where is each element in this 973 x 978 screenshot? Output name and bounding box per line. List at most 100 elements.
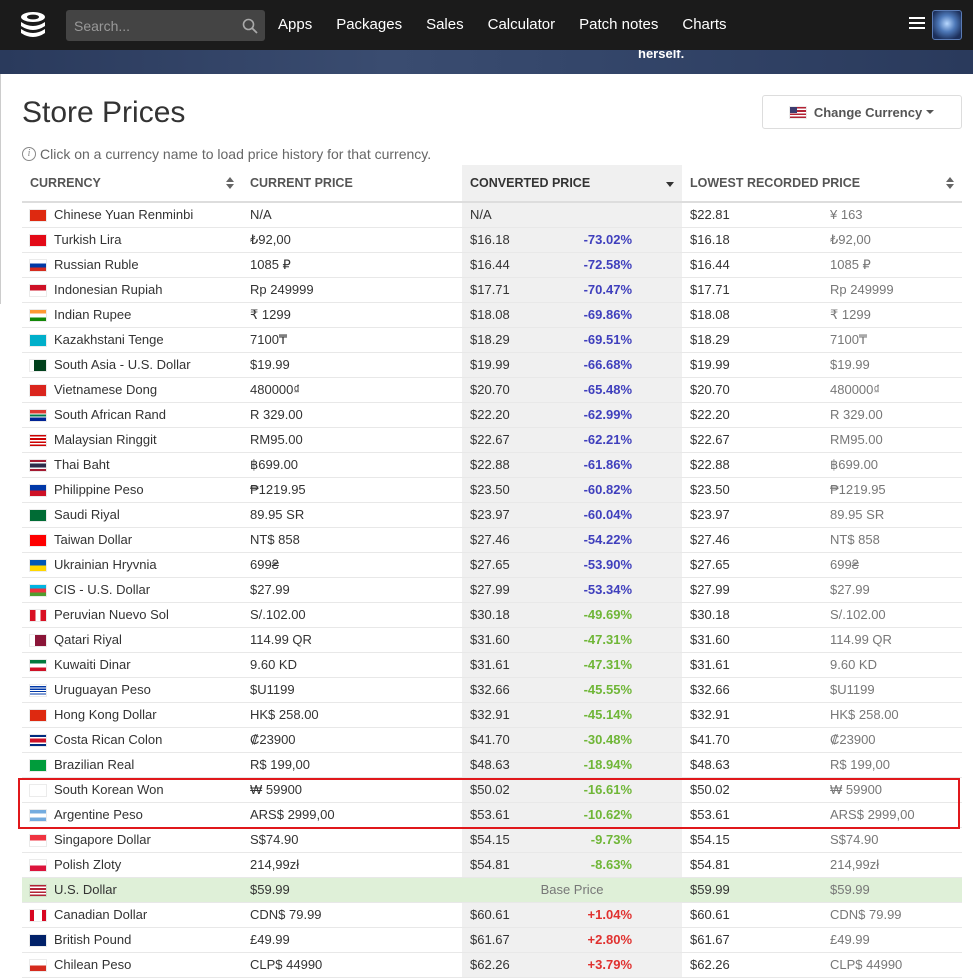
currency-name-link[interactable]: Costa Rican Colon: [54, 732, 162, 747]
search-box[interactable]: Search...: [66, 10, 265, 41]
currency-cell[interactable]: Chinese Yuan Renminbi: [22, 202, 242, 228]
currency-name-link[interactable]: Hong Kong Dollar: [54, 707, 157, 722]
currency-name-link[interactable]: Chinese Yuan Renminbi: [54, 207, 193, 222]
currency-name-link[interactable]: Kazakhstani Tenge: [54, 332, 164, 347]
currency-cell[interactable]: Kuwaiti Dinar: [22, 652, 242, 678]
currency-cell[interactable]: Uruguayan Peso: [22, 677, 242, 703]
currency-cell[interactable]: Philippine Peso: [22, 477, 242, 503]
currency-cell[interactable]: Indian Rupee: [22, 302, 242, 328]
currency-name-link[interactable]: South Asia - U.S. Dollar: [54, 357, 191, 372]
currency-cell[interactable]: South Asia - U.S. Dollar: [22, 352, 242, 378]
lowest-price-usd: $18.08: [682, 302, 822, 328]
price-difference: -47.31%: [572, 652, 682, 678]
price-difference: -49.69%: [572, 602, 682, 628]
currency-cell[interactable]: Kazakhstani Tenge: [22, 327, 242, 353]
site-logo[interactable]: [0, 0, 66, 50]
current-price: ARS$ 2999,00: [242, 802, 462, 828]
currency-name-link[interactable]: Kuwaiti Dinar: [54, 657, 131, 672]
currency-cell[interactable]: U.S. Dollar: [22, 877, 242, 903]
currency-name-link[interactable]: Polish Zloty: [54, 857, 121, 872]
currency-name-link[interactable]: South Korean Won: [54, 782, 164, 797]
currency-name-link[interactable]: Indonesian Rupiah: [54, 282, 162, 297]
currency-name-link[interactable]: Saudi Riyal: [54, 507, 120, 522]
nav-sales[interactable]: Sales: [414, 0, 476, 50]
nav-apps[interactable]: Apps: [266, 0, 324, 50]
change-currency-label: Change Currency: [813, 104, 923, 120]
currency-cell[interactable]: Hong Kong Dollar: [22, 702, 242, 728]
currency-cell[interactable]: Polish Zloty: [22, 852, 242, 878]
currency-name-link[interactable]: Turkish Lira: [54, 232, 121, 247]
nav-packages[interactable]: Packages: [324, 0, 414, 50]
tw-flag-icon: [30, 535, 46, 547]
nav-patch-notes[interactable]: Patch notes: [567, 0, 670, 50]
currency-cell[interactable]: Russian Ruble: [22, 252, 242, 278]
currency-name-link[interactable]: Chilean Peso: [54, 957, 131, 972]
currency-name-link[interactable]: U.S. Dollar: [54, 882, 117, 897]
currency-name-link[interactable]: Ukrainian Hryvnia: [54, 557, 157, 572]
nav-charts[interactable]: Charts: [670, 0, 738, 50]
change-currency-button[interactable]: Change Currency: [762, 95, 962, 129]
lowest-price-local: ₡23900: [822, 727, 962, 753]
currency-name-link[interactable]: Singapore Dollar: [54, 832, 151, 847]
currency-name-link[interactable]: Malaysian Ringgit: [54, 432, 157, 447]
currency-cell[interactable]: Singapore Dollar: [22, 827, 242, 853]
currency-name-link[interactable]: Brazilian Real: [54, 757, 134, 772]
currency-cell[interactable]: Chilean Peso: [22, 952, 242, 978]
header-currency[interactable]: CURRENCY: [22, 165, 242, 203]
user-avatar[interactable]: [932, 10, 962, 40]
currency-cell[interactable]: South Korean Won: [22, 777, 242, 803]
currency-cell[interactable]: Saudi Riyal: [22, 502, 242, 528]
currency-cell[interactable]: CIS - U.S. Dollar: [22, 577, 242, 603]
currency-cell[interactable]: Ukrainian Hryvnia: [22, 552, 242, 578]
currency-cell[interactable]: Peruvian Nuevo Sol: [22, 602, 242, 628]
currency-name-link[interactable]: Philippine Peso: [54, 482, 144, 497]
currency-name-link[interactable]: Russian Ruble: [54, 257, 139, 272]
lowest-price-usd: $31.61: [682, 652, 822, 678]
lowest-price-usd: $54.15: [682, 827, 822, 853]
currency-cell[interactable]: Vietnamese Dong: [22, 377, 242, 403]
lowest-price-local: $27.99: [822, 577, 962, 603]
currency-name-link[interactable]: Peruvian Nuevo Sol: [54, 607, 169, 622]
lowest-price-local: ₱1219.95: [822, 477, 962, 503]
current-price: 1085 ₽: [242, 252, 462, 278]
currency-cell[interactable]: British Pound: [22, 927, 242, 953]
currency-cell[interactable]: Thai Baht: [22, 452, 242, 478]
lowest-price-usd: $27.99: [682, 577, 822, 603]
vn-flag-icon: [30, 385, 46, 397]
cl-flag-icon: [30, 960, 46, 972]
hamburger-menu-icon[interactable]: [909, 17, 925, 33]
currency-name-link[interactable]: South African Rand: [54, 407, 166, 422]
currency-name-link[interactable]: Qatari Riyal: [54, 632, 122, 647]
sa-flag-icon: [30, 510, 46, 522]
header-converted-price[interactable]: CONVERTED PRICE: [462, 165, 682, 203]
currency-name-link[interactable]: Vietnamese Dong: [54, 382, 157, 397]
lowest-price-usd: $32.91: [682, 702, 822, 728]
currency-name-link[interactable]: Argentine Peso: [54, 807, 143, 822]
currency-name-link[interactable]: Thai Baht: [54, 457, 110, 472]
search-input[interactable]: Search...: [66, 18, 235, 34]
currency-name-link[interactable]: Uruguayan Peso: [54, 682, 151, 697]
currency-cell[interactable]: South African Rand: [22, 402, 242, 428]
currency-cell[interactable]: Brazilian Real: [22, 752, 242, 778]
currency-name-link[interactable]: Canadian Dollar: [54, 907, 147, 922]
currency-cell[interactable]: Indonesian Rupiah: [22, 277, 242, 303]
currency-name-link[interactable]: Indian Rupee: [54, 307, 131, 322]
currency-name-link[interactable]: CIS - U.S. Dollar: [54, 582, 150, 597]
table-row: CIS - U.S. Dollar $27.99 $27.99 -53.34% $27.…: [22, 577, 962, 603]
currency-cell[interactable]: Costa Rican Colon: [22, 727, 242, 753]
search-icon[interactable]: [235, 18, 265, 34]
currency-cell[interactable]: Argentine Peso: [22, 802, 242, 828]
currency-cell[interactable]: Turkish Lira: [22, 227, 242, 253]
currency-name-link[interactable]: British Pound: [54, 932, 131, 947]
currency-cell[interactable]: Taiwan Dollar: [22, 527, 242, 553]
table-row: Singapore Dollar S$74.90 $54.15 -9.73% $54.1…: [22, 827, 962, 853]
currency-cell[interactable]: Malaysian Ringgit: [22, 427, 242, 453]
currency-cell[interactable]: Qatari Riyal: [22, 627, 242, 653]
currency-cell[interactable]: Canadian Dollar: [22, 902, 242, 928]
lowest-price-usd: $32.66: [682, 677, 822, 703]
price-difference: -70.47%: [572, 277, 682, 303]
currency-name-link[interactable]: Taiwan Dollar: [54, 532, 132, 547]
header-current-price[interactable]: CURRENT PRICE: [242, 165, 462, 203]
header-lowest-recorded-price[interactable]: LOWEST RECORDED PRICE: [682, 165, 962, 203]
nav-calculator[interactable]: Calculator: [476, 0, 568, 50]
